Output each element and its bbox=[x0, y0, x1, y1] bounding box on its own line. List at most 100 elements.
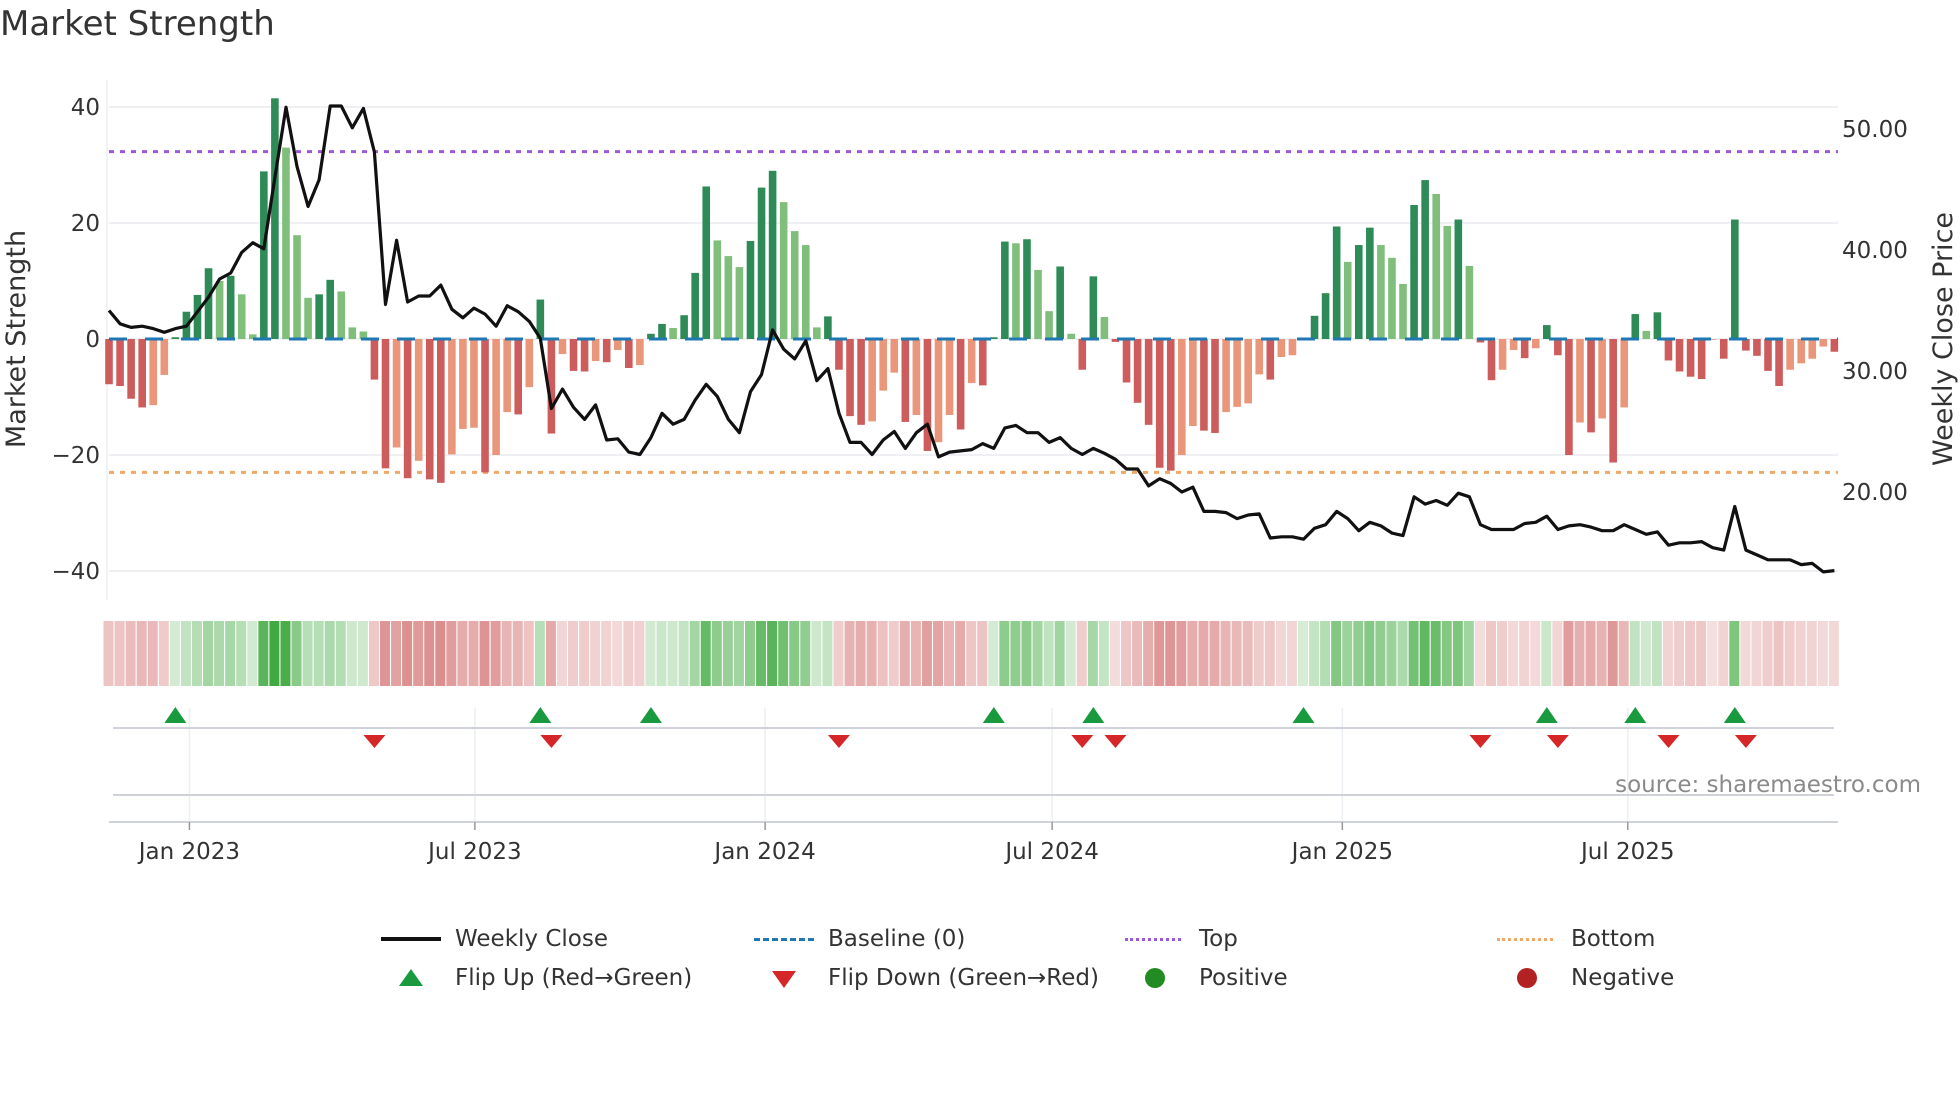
legend-label: Weekly Close bbox=[455, 926, 608, 952]
heat-strip-cell bbox=[512, 621, 523, 686]
strength-bar bbox=[1244, 339, 1252, 404]
legend-item-positive: Positive bbox=[1125, 965, 1288, 991]
strength-bar bbox=[1122, 339, 1131, 383]
heat-strip-cell bbox=[1143, 621, 1154, 686]
strength-bar bbox=[348, 327, 357, 339]
baseline-icon bbox=[754, 929, 814, 949]
x-tick-label: Jan 2024 bbox=[712, 839, 815, 865]
strength-bar bbox=[1554, 339, 1562, 356]
heat-strip-cell bbox=[1463, 621, 1474, 686]
strength-bar bbox=[1432, 194, 1440, 339]
heat-strip-cell bbox=[634, 621, 645, 686]
legend-item-negative: Negative bbox=[1497, 965, 1674, 991]
heat-strip-cell bbox=[944, 621, 955, 686]
strength-bar bbox=[680, 315, 688, 339]
heat-strip-cell bbox=[1386, 621, 1397, 686]
heat-strip-cell bbox=[1121, 621, 1132, 686]
legend-item-line: Weekly Close bbox=[381, 926, 608, 952]
strength-bar bbox=[1719, 339, 1728, 359]
flip-down-marker bbox=[540, 735, 563, 748]
strength-bar bbox=[1166, 339, 1175, 471]
strength-bar bbox=[1565, 339, 1573, 455]
strength-bar bbox=[1786, 339, 1794, 370]
heat-strip-cell bbox=[1441, 621, 1452, 686]
heat-strip-cell bbox=[1740, 621, 1751, 686]
flip-up-marker bbox=[164, 707, 187, 723]
heat-strip-cell bbox=[435, 621, 446, 686]
strength-bar bbox=[1310, 315, 1319, 339]
heat-strip-cell bbox=[1187, 621, 1198, 686]
strength-bar bbox=[1543, 325, 1551, 339]
flip-up-marker bbox=[1535, 707, 1558, 723]
strength-bar bbox=[1133, 339, 1142, 403]
strength-bar bbox=[105, 339, 113, 385]
strength-bar bbox=[1443, 225, 1452, 339]
x-tick-label: Jan 2025 bbox=[1290, 839, 1393, 865]
x-tick-label: Jan 2023 bbox=[137, 839, 240, 865]
strength-bar bbox=[1675, 339, 1684, 372]
legend-label: Flip Down (Green→Red) bbox=[828, 965, 1099, 991]
strength-bar bbox=[1509, 339, 1518, 351]
legend-label: Negative bbox=[1571, 965, 1675, 991]
strength-bar bbox=[326, 279, 334, 339]
negative-icon bbox=[1497, 968, 1557, 988]
strength-bar bbox=[857, 339, 865, 425]
strength-bar bbox=[702, 186, 711, 339]
heat-strip-cell bbox=[413, 621, 424, 686]
flip-down-marker bbox=[1546, 735, 1569, 748]
heat-strip-cell bbox=[457, 621, 468, 686]
legend-label: Top bbox=[1199, 926, 1238, 952]
heat-strip-cell bbox=[888, 621, 899, 686]
strength-bar bbox=[1531, 339, 1540, 349]
strength-bar bbox=[1056, 266, 1064, 339]
legend-item-flip-down: Flip Down (Green→Red) bbox=[754, 965, 1099, 991]
heat-strip-cell bbox=[778, 621, 789, 686]
legend-label: Bottom bbox=[1571, 926, 1656, 952]
strength-bar bbox=[138, 339, 146, 408]
strength-bar bbox=[591, 339, 600, 362]
y2-axis-label: Weekly Close Price bbox=[1928, 212, 1959, 466]
strength-bar bbox=[1189, 339, 1197, 426]
strength-bar bbox=[160, 339, 169, 375]
heat-strip-cell bbox=[811, 621, 822, 686]
heat-strip-cell bbox=[1718, 621, 1729, 686]
heat-strip-cell bbox=[214, 621, 225, 686]
strength-bar bbox=[1222, 339, 1230, 413]
top-icon bbox=[1125, 929, 1185, 949]
flip-up-marker bbox=[1082, 707, 1105, 723]
strength-bar bbox=[1731, 219, 1739, 339]
heat-strip-cell bbox=[1264, 621, 1275, 686]
heat-strip-cell bbox=[899, 621, 910, 686]
heat-strip-cell bbox=[1419, 621, 1430, 686]
heat-strip-cell bbox=[468, 621, 479, 686]
heat-strip-cell bbox=[1320, 621, 1331, 686]
heat-strip-cell bbox=[568, 621, 579, 686]
x-tick-label: Jul 2024 bbox=[1003, 839, 1099, 865]
strength-bar bbox=[901, 339, 910, 422]
heat-strip-cell bbox=[1519, 621, 1530, 686]
heat-strip-cell bbox=[1375, 621, 1386, 686]
strength-bar bbox=[1520, 339, 1529, 359]
heat-strip-cell bbox=[789, 621, 800, 686]
strength-bar bbox=[1078, 339, 1087, 370]
strength-bar bbox=[1576, 339, 1584, 423]
strength-bar bbox=[1277, 339, 1286, 357]
heat-strip-cell bbox=[1674, 621, 1685, 686]
flip-down-marker bbox=[1469, 735, 1492, 748]
strength-bar bbox=[713, 240, 722, 339]
strength-bar bbox=[1067, 333, 1076, 339]
heat-strip-cell bbox=[1010, 621, 1021, 686]
heat-strip-cell bbox=[1231, 621, 1242, 686]
strength-bar bbox=[1631, 314, 1640, 339]
strength-bar bbox=[912, 339, 921, 415]
heat-strip-cell bbox=[744, 621, 755, 686]
heat-strip-cell bbox=[291, 621, 302, 686]
strength-bar bbox=[381, 339, 390, 469]
heat-strip-cell bbox=[1098, 621, 1109, 686]
strength-bar bbox=[481, 339, 489, 473]
heat-strip-cell bbox=[700, 621, 711, 686]
strength-bar bbox=[724, 256, 733, 339]
y-tick-label: 20 bbox=[71, 211, 100, 237]
heat-strip-cell bbox=[1342, 621, 1353, 686]
heat-strip-cell bbox=[1629, 621, 1640, 686]
